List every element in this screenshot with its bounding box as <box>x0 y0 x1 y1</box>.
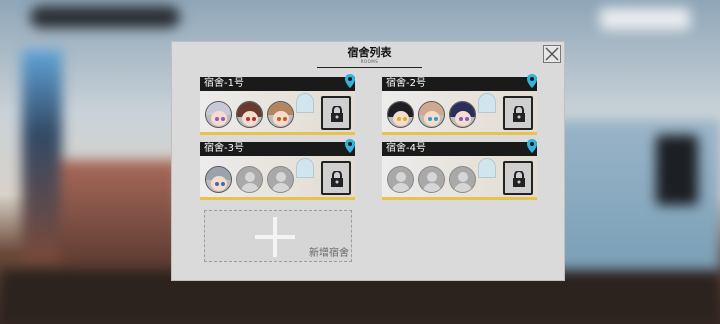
close-button[interactable] <box>543 45 561 63</box>
occupant-avatar[interactable] <box>205 166 232 193</box>
lock-icon <box>513 106 525 122</box>
occupant-avatar[interactable] <box>387 101 414 128</box>
window-decoration <box>296 158 314 178</box>
plus-icon <box>255 217 295 257</box>
room-card-3[interactable]: 宿舍-3号 <box>200 139 355 200</box>
add-dorm-button[interactable]: 新增宿舍 <box>204 210 352 262</box>
window-decoration <box>478 93 496 113</box>
add-dorm-label: 新增宿舍 <box>309 248 349 259</box>
room-name: 宿舍-3号 <box>204 143 244 154</box>
empty-slot-avatar[interactable] <box>267 166 294 193</box>
safe-icon[interactable] <box>321 96 351 130</box>
window-decoration <box>296 93 314 113</box>
window-decoration <box>478 158 496 178</box>
occupant-avatar[interactable] <box>267 101 294 128</box>
empty-slot-avatar[interactable] <box>236 166 263 193</box>
room-name: 宿舍-4号 <box>386 143 426 154</box>
occupant-avatar[interactable] <box>449 101 476 128</box>
room-card-1[interactable]: 宿舍-1号 <box>200 74 355 135</box>
room-name: 宿舍-2号 <box>386 78 426 89</box>
empty-slot-avatar[interactable] <box>418 166 445 193</box>
empty-slot-avatar[interactable] <box>449 166 476 193</box>
lock-icon <box>331 171 343 187</box>
lock-icon <box>513 171 525 187</box>
lock-icon <box>331 106 343 122</box>
room-header: 宿舍-2号 <box>382 77 537 91</box>
room-name: 宿舍-1号 <box>204 78 244 89</box>
location-pin-icon <box>527 74 537 88</box>
location-pin-icon <box>527 139 537 153</box>
room-header: 宿舍-4号 <box>382 142 537 156</box>
safe-icon[interactable] <box>503 96 533 130</box>
dialog-subtitle: ROOMS <box>360 59 379 64</box>
empty-slot-avatar[interactable] <box>387 166 414 193</box>
location-pin-icon <box>345 74 355 88</box>
dialog-title-text: 宿舍列表 <box>347 46 392 59</box>
room-header: 宿舍-1号 <box>200 77 355 91</box>
room-card-2[interactable]: 宿舍-2号 <box>382 74 537 135</box>
dorm-list-dialog: 宿舍列表 ROOMS 宿舍-1号 宿舍-2号 宿舍-3号 宿舍-4号 新增宿舍 <box>171 41 565 281</box>
close-icon <box>545 47 559 61</box>
safe-icon[interactable] <box>321 161 351 195</box>
location-pin-icon <box>345 139 355 153</box>
safe-icon[interactable] <box>503 161 533 195</box>
room-header: 宿舍-3号 <box>200 142 355 156</box>
occupant-avatar[interactable] <box>418 101 445 128</box>
dialog-title: 宿舍列表 ROOMS <box>317 46 422 68</box>
occupant-avatar[interactable] <box>236 101 263 128</box>
occupant-avatar[interactable] <box>205 101 232 128</box>
room-card-4[interactable]: 宿舍-4号 <box>382 139 537 200</box>
